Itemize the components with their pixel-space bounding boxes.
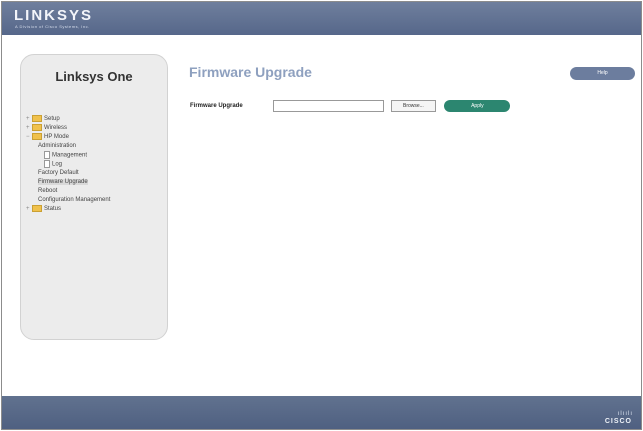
nav-label: Wireless <box>44 125 68 132</box>
nav-item-factory-default[interactable]: Factory Default <box>26 169 110 178</box>
nav-label: Log <box>52 161 63 168</box>
nav-item-status[interactable]: + Status <box>26 205 110 214</box>
header-bar: LINKSYS A Division of Cisco Systems, Inc… <box>2 2 641 35</box>
cisco-bars-icon: ılıılı <box>617 411 633 417</box>
nav-item-wireless[interactable]: + Wireless <box>26 124 110 133</box>
folder-icon <box>32 205 42 212</box>
document-icon <box>44 151 50 159</box>
firmware-file-input[interactable] <box>273 99 385 112</box>
help-button[interactable]: Help <box>570 67 635 80</box>
footer-bar: ılıılı CISCO <box>2 396 641 429</box>
nav-label: Management <box>52 152 88 159</box>
folder-icon <box>32 133 42 140</box>
nav-label: Setup <box>44 116 60 123</box>
nav-label: Configuration Management <box>38 197 111 203</box>
nav-item-log[interactable]: Log <box>26 160 110 169</box>
nav-label: Factory Default <box>38 170 79 176</box>
navigation-tree: + Setup + Wireless − HP Mode Administration… <box>26 115 110 214</box>
document-icon <box>44 160 50 168</box>
nav-item-firmware-upgrade[interactable]: Firmware Upgrade <box>26 178 110 187</box>
nav-item-administration[interactable]: Administration <box>26 142 110 151</box>
browse-button[interactable]: Browse... <box>390 99 436 112</box>
nav-item-management[interactable]: Management <box>26 151 110 160</box>
main-panel: Firmware Upgrade Help Firmware Upgrade B… <box>189 64 641 394</box>
linksys-logo: LINKSYS <box>14 7 94 24</box>
browser-frame: LINKSYS A Division of Cisco Systems, Inc… <box>1 1 642 430</box>
nav-item-configuration-management[interactable]: Configuration Management <box>26 196 110 205</box>
nav-item-hp-mode[interactable]: − HP Mode <box>26 133 110 142</box>
nav-label: HP Mode <box>44 134 69 141</box>
nav-label: Reboot <box>38 188 58 194</box>
nav-item-setup[interactable]: + Setup <box>26 115 110 124</box>
sidebar: Linksys One + Setup + Wireless − HP Mode Ad… <box>20 54 168 340</box>
folder-icon <box>32 124 42 131</box>
cisco-logo: CISCO <box>604 418 632 425</box>
nav-label-selected: Firmware Upgrade <box>38 179 88 185</box>
nav-label: Status <box>44 206 62 213</box>
apply-button[interactable]: Apply <box>444 99 511 112</box>
folder-icon <box>32 115 42 122</box>
sidebar-title: Linksys One <box>55 69 133 84</box>
linksys-tagline: A Division of Cisco Systems, Inc. <box>15 24 90 29</box>
firmware-upgrade-row: Firmware Upgrade Browse... Apply <box>190 97 511 112</box>
firmware-upgrade-label: Firmware Upgrade <box>190 102 243 109</box>
nav-label: Administration <box>38 143 77 149</box>
nav-item-reboot[interactable]: Reboot <box>26 187 110 196</box>
content-area: Linksys One + Setup + Wireless − HP Mode Ad… <box>2 35 641 396</box>
